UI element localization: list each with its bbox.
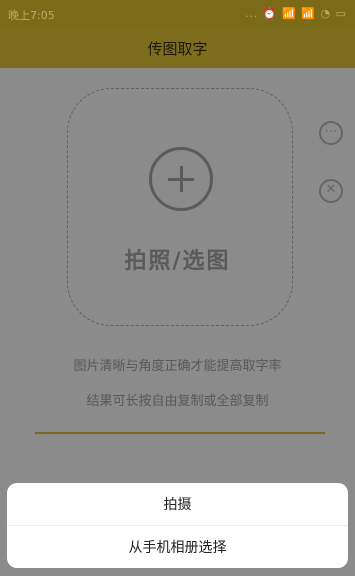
choose-from-album-option[interactable]: 从手机相册选择 xyxy=(7,526,348,568)
page-title: 传图取字 xyxy=(147,39,208,58)
upload-label[interactable]: 拍照/选图 xyxy=(0,243,355,275)
status-time: 晚上7:05 xyxy=(8,9,55,22)
tip-text-2: 结果可长按自由复制或全部复制 xyxy=(86,394,269,409)
action-sheet: 拍摄 从手机相册选择 xyxy=(7,483,348,568)
more-options-icon[interactable]: ⋯ xyxy=(319,121,343,145)
page-header: 传图取字 xyxy=(0,28,355,68)
take-photo-option[interactable]: 拍摄 xyxy=(7,483,348,525)
status-icons: ... ⏰ 📶 📶 ◔ ▭ xyxy=(244,7,347,20)
plus-circle-icon[interactable] xyxy=(149,147,213,211)
tip-text-1: 图片清晰与角度正确才能提高取字率 xyxy=(73,359,282,374)
plus-vertical-bar xyxy=(179,166,183,192)
close-icon[interactable]: ✕ xyxy=(319,179,343,203)
status-bar: 晚上7:05 ... ⏰ 📶 📶 ◔ ▭ xyxy=(0,0,355,28)
content-divider xyxy=(35,432,325,434)
